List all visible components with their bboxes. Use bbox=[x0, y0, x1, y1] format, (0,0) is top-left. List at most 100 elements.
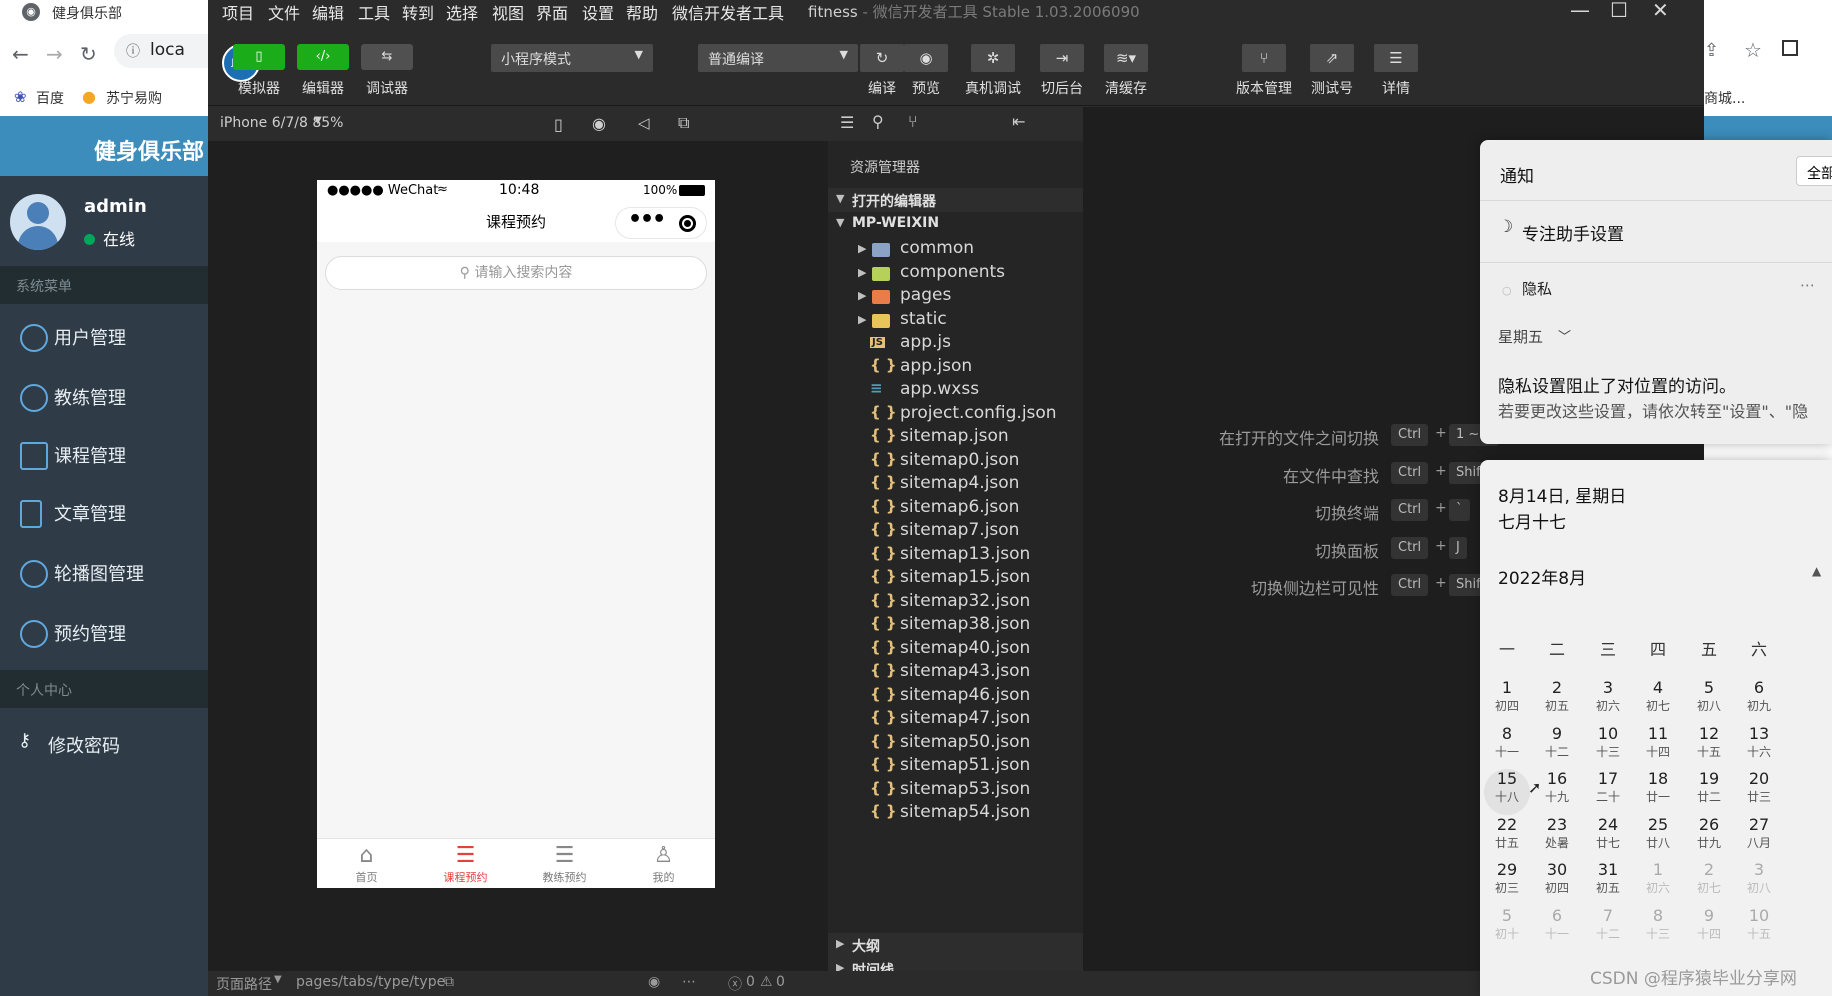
root-folder[interactable]: ▼ MP-WEIXIN bbox=[828, 212, 1083, 236]
tab-mine[interactable]: ♙ 我的 bbox=[614, 839, 713, 889]
calendar-day[interactable]: 22 廿五 bbox=[1482, 815, 1532, 861]
test-account-button[interactable]: ⇗ bbox=[1310, 44, 1354, 72]
calendar-day[interactable]: 2 初五 bbox=[1532, 678, 1582, 724]
collapse-icon[interactable]: ⇤ bbox=[1012, 112, 1025, 131]
record-icon[interactable]: ◉ bbox=[592, 114, 606, 133]
calendar-day[interactable]: 18 廿一 bbox=[1633, 769, 1683, 815]
chevron-down-icon[interactable]: ﹀ bbox=[1558, 326, 1571, 345]
mode-select[interactable]: 小程序模式 ▼ bbox=[491, 44, 653, 72]
page-path-label[interactable]: 页面路径 bbox=[216, 974, 272, 994]
branch-icon[interactable]: ⑂ bbox=[908, 112, 918, 131]
menu-carousel-management[interactable]: 轮播图管理 bbox=[0, 548, 208, 600]
phone-frame-icon[interactable]: ▯ bbox=[554, 115, 563, 134]
minimize-icon[interactable]: — bbox=[1570, 0, 1590, 22]
close-icon[interactable]: ✕ bbox=[1652, 0, 1669, 22]
more-icon[interactable]: ⋯ bbox=[682, 974, 696, 990]
calendar-day[interactable]: 3 初六 bbox=[1583, 678, 1633, 724]
calendar-day[interactable]: 11 十四 bbox=[1633, 724, 1683, 770]
editor-toggle[interactable]: ‹/› bbox=[297, 44, 349, 70]
browser-tab[interactable]: ◉ 健身俱乐部 bbox=[0, 0, 220, 24]
calendar-day[interactable]: 27 八月 bbox=[1734, 815, 1784, 861]
compile-select[interactable]: 普通编译 ▼ bbox=[698, 44, 858, 72]
calendar-day[interactable]: 19 廿二 bbox=[1684, 769, 1734, 815]
menu-wechat-devtools[interactable]: 微信开发者工具 bbox=[672, 0, 784, 24]
calendar-day[interactable]: 24 廿七 bbox=[1583, 815, 1633, 861]
file-item[interactable]: { } sitemap54.json bbox=[828, 800, 1083, 827]
bookmark-baidu[interactable]: 百度 bbox=[36, 88, 64, 108]
menu-project[interactable]: 项目 bbox=[222, 0, 254, 24]
calendar-day[interactable]: 5 初八 bbox=[1684, 678, 1734, 724]
menu-settings[interactable]: 设置 bbox=[582, 0, 614, 24]
timeline-section[interactable]: ▶ 时间线 bbox=[828, 957, 1083, 971]
calendar-day[interactable]: 15 十八 bbox=[1484, 769, 1530, 815]
device-select[interactable]: iPhone 6/7/8 85% bbox=[220, 115, 343, 131]
tab-coach-booking[interactable]: ☰ 教练预约 bbox=[515, 839, 614, 889]
calendar-day[interactable]: 25 廿八 bbox=[1633, 815, 1683, 861]
menu-change-password[interactable]: ⚷ 修改密码 bbox=[0, 720, 208, 772]
calendar-day[interactable]: 31 初五 bbox=[1583, 860, 1633, 906]
tab-course-booking[interactable]: ☰ 课程预约 bbox=[416, 839, 515, 889]
more-icon[interactable]: ⋯ bbox=[1800, 276, 1815, 294]
calendar-day[interactable]: 8 十一 bbox=[1482, 724, 1532, 770]
debugger-toggle[interactable]: ⇆ bbox=[361, 44, 413, 70]
remote-debug-button[interactable]: ✲ bbox=[971, 44, 1015, 72]
preview-button[interactable]: ◉ bbox=[904, 44, 948, 72]
star-icon[interactable]: ☆ bbox=[1744, 38, 1762, 62]
popout-icon[interactable]: ⧉ bbox=[678, 113, 689, 133]
clear-all-button[interactable]: 全部 bbox=[1796, 156, 1832, 186]
calendar-day[interactable]: 26 廿九 bbox=[1684, 815, 1734, 861]
calendar-day[interactable]: 9 十四 bbox=[1684, 906, 1734, 952]
menu-file[interactable]: 文件 bbox=[268, 0, 300, 24]
close-target-icon[interactable] bbox=[679, 215, 696, 232]
reload-icon[interactable]: ↻ bbox=[80, 42, 97, 66]
calendar-day[interactable]: 17 二十 bbox=[1583, 769, 1633, 815]
back-icon[interactable]: ← bbox=[12, 42, 29, 66]
calendar-day[interactable]: 10 十三 bbox=[1583, 724, 1633, 770]
bookmark-suning[interactable]: 苏宁易购 bbox=[106, 88, 162, 108]
calendar-day[interactable]: 4 初七 bbox=[1633, 678, 1683, 724]
menu-coach-management[interactable]: 教练管理 bbox=[0, 372, 208, 424]
menu-booking-management[interactable]: 预约管理 bbox=[0, 608, 208, 660]
menu-goto[interactable]: 转到 bbox=[402, 0, 434, 24]
copy-icon[interactable]: ⧉ bbox=[444, 974, 454, 990]
bookmark-mall[interactable]: 商城... bbox=[1704, 88, 1745, 108]
calendar-day[interactable]: 7 十二 bbox=[1583, 906, 1633, 952]
eye-icon[interactable]: ◉ bbox=[648, 974, 660, 990]
explorer-icon[interactable]: ☰ bbox=[840, 113, 854, 132]
menu-article-management[interactable]: 文章管理 bbox=[0, 488, 208, 540]
maximize-icon[interactable]: ☐ bbox=[1610, 0, 1628, 22]
calendar-day[interactable]: 30 初四 bbox=[1532, 860, 1582, 906]
calendar-day[interactable]: 1 初四 bbox=[1482, 678, 1532, 724]
clear-cache-button[interactable]: ≋▾ bbox=[1104, 44, 1148, 72]
calendar-day[interactable]: 3 初八 bbox=[1734, 860, 1784, 906]
menu-tools[interactable]: 工具 bbox=[358, 0, 390, 24]
menu-interface[interactable]: 界面 bbox=[536, 0, 568, 24]
notification-day[interactable]: 星期五 bbox=[1498, 326, 1543, 347]
calendar-day[interactable]: 12 十五 bbox=[1684, 724, 1734, 770]
calendar-day[interactable]: 6 十一 bbox=[1532, 906, 1582, 952]
menu-select[interactable]: 选择 bbox=[446, 0, 478, 24]
capsule-menu[interactable]: ••• bbox=[615, 207, 707, 239]
forward-icon[interactable]: → bbox=[46, 42, 63, 66]
notification-message-title[interactable]: 隐私设置阻止了对位置的访问。 bbox=[1498, 372, 1736, 397]
calendar-date[interactable]: 8月14日, 星期日 bbox=[1498, 482, 1626, 507]
calendar-day[interactable]: 2 初七 bbox=[1684, 860, 1734, 906]
calendar-day[interactable]: 10 十五 bbox=[1734, 906, 1784, 952]
menu-help[interactable]: 帮助 bbox=[626, 0, 658, 24]
calendar-day[interactable]: 8 十三 bbox=[1633, 906, 1683, 952]
calendar-day[interactable]: 5 初十 bbox=[1482, 906, 1532, 952]
details-button[interactable]: ☰ bbox=[1374, 44, 1418, 72]
volume-icon[interactable]: ◁ bbox=[638, 114, 650, 132]
sidepanel-icon[interactable] bbox=[1782, 40, 1798, 56]
outline-section[interactable]: ▶ 大纲 bbox=[828, 933, 1083, 957]
calendar-day[interactable]: 29 初三 bbox=[1482, 860, 1532, 906]
chevron-up-icon[interactable]: ▲ bbox=[1812, 564, 1821, 578]
calendar-day[interactable]: 1 初六 bbox=[1633, 860, 1683, 906]
calendar-day[interactable]: 6 初九 bbox=[1734, 678, 1784, 724]
url-field[interactable]: ⓘ loca bbox=[114, 34, 220, 68]
menu-course-management[interactable]: 课程管理 bbox=[0, 430, 208, 482]
version-button[interactable]: ⑂ bbox=[1242, 44, 1286, 72]
calendar-day[interactable]: 13 十六 bbox=[1734, 724, 1784, 770]
calendar-day[interactable]: 9 十二 bbox=[1532, 724, 1582, 770]
focus-assist-link[interactable]: 专注助手设置 bbox=[1522, 220, 1624, 245]
